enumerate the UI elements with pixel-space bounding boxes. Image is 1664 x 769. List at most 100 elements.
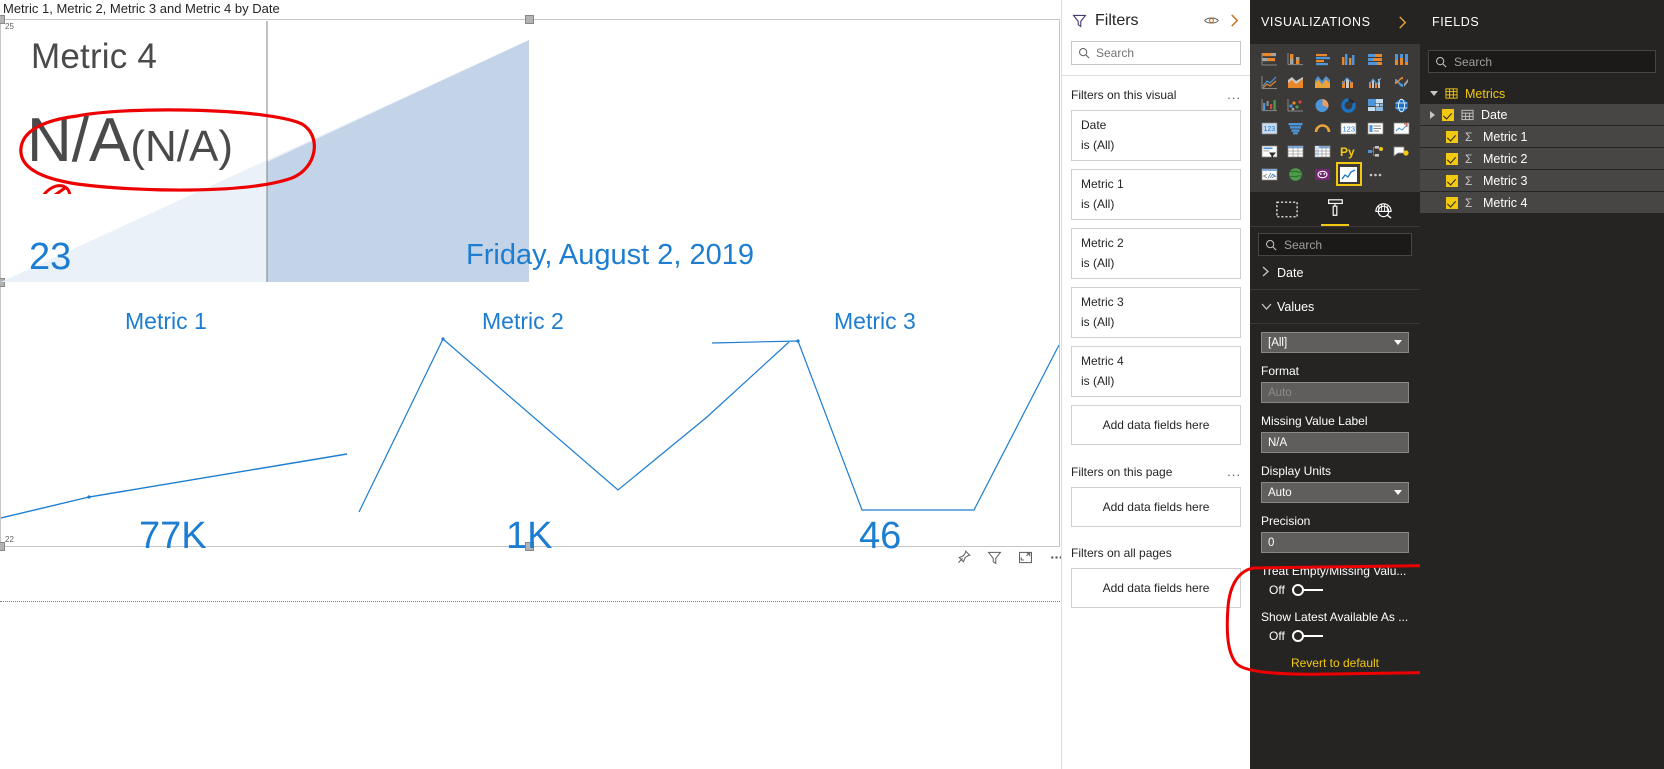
filled-map-icon[interactable]: 123 [1258,118,1280,138]
100-stacked-bar-chart-icon[interactable] [1364,49,1386,69]
add-data-fields-dropzone-page[interactable]: Add data fields here [1071,487,1241,527]
field-checkbox[interactable] [1446,130,1458,143]
waterfall-chart-icon[interactable] [1258,95,1280,115]
show-latest-available-toggle-row[interactable]: Off [1269,629,1409,643]
line-stacked-column-chart-icon[interactable] [1338,72,1360,92]
kpi-icon[interactable] [1391,118,1413,138]
fields-table-metrics[interactable]: Metrics [1420,83,1664,104]
filter-card[interactable]: Date is (All) [1071,110,1241,161]
powerapps-visual-icon[interactable] [1311,164,1333,184]
field-item-metric-3[interactable]: Σ Metric 3 [1420,170,1664,191]
filter-condition: is (All) [1081,256,1115,270]
line-clustered-column-chart-icon[interactable] [1364,72,1386,92]
field-item-metric-4[interactable]: Σ Metric 4 [1420,192,1664,213]
r-script-visual-icon[interactable]: </> [1258,164,1280,184]
eye-icon[interactable] [1203,12,1220,29]
clustered-bar-chart-icon[interactable] [1311,49,1333,69]
kpi-line-visual[interactable]: 25 22 Metric 4 N/A(N/A) 23 Friday, Augus… [0,15,1060,557]
field-item-metric-2[interactable]: Σ Metric 2 [1420,148,1664,169]
filters-on-page-more-icon[interactable]: ... [1227,464,1241,479]
search-icon [1079,48,1090,59]
decomposition-tree-icon[interactable] [1364,141,1386,161]
funnel-chart-icon[interactable] [1285,118,1307,138]
format-section-date[interactable]: Date [1250,256,1420,290]
visual-toolbar [955,549,1065,566]
chevron-down-icon [1394,490,1402,495]
treat-empty-missing-toggle-row[interactable]: Off [1269,583,1409,597]
filter-funnel-icon [1072,14,1087,28]
100-stacked-column-chart-icon[interactable] [1391,49,1413,69]
field-checkbox[interactable] [1442,108,1454,121]
ribbon-chart-icon[interactable] [1391,72,1413,92]
precision-input[interactable]: 0 [1261,532,1409,553]
fields-search-input[interactable]: Search [1428,50,1656,73]
filter-card[interactable]: Metric 4 is (All) [1071,346,1241,397]
stacked-column-chart-icon[interactable] [1285,49,1307,69]
gauge-chart-icon[interactable] [1311,118,1333,138]
expand-triangle-icon[interactable] [1430,110,1435,119]
field-checkbox[interactable] [1446,196,1458,209]
filter-condition: is (All) [1081,138,1115,152]
donut-chart-icon[interactable] [1338,95,1360,115]
filter-card[interactable]: Metric 1 is (All) [1071,169,1241,220]
clustered-column-chart-icon[interactable] [1338,49,1360,69]
custom-kpi-visual-icon[interactable] [1335,162,1362,186]
pin-icon[interactable] [955,549,972,566]
format-section-values[interactable]: Values [1250,290,1420,324]
svg-text:Py: Py [1340,145,1355,159]
show-latest-available-toggle[interactable] [1291,630,1324,642]
slicer-icon[interactable] [1258,141,1280,161]
display-units-select[interactable]: Auto [1261,482,1409,503]
add-data-fields-dropzone-visual[interactable]: Add data fields here [1071,405,1241,445]
field-checkbox[interactable] [1446,174,1458,187]
filter-field-name: Date [1081,118,1107,132]
visualizations-collapse-chevron-icon[interactable] [1396,15,1409,30]
treat-empty-missing-toggle[interactable] [1291,584,1324,596]
fields-table-name: Metrics [1465,86,1506,101]
stacked-area-chart-icon[interactable] [1311,72,1333,92]
arcgis-map-icon[interactable] [1285,164,1307,184]
fields-tab-icon [1276,201,1298,217]
field-checkbox[interactable] [1446,152,1458,165]
format-string-input[interactable]: Auto [1261,382,1409,403]
card-icon[interactable]: 123 [1338,118,1360,138]
kpi-value: N/A [27,106,131,175]
field-item-metric-1[interactable]: Σ Metric 1 [1420,126,1664,147]
filters-search-input[interactable]: Search [1071,41,1241,65]
format-paint-roller-icon [1328,199,1344,216]
power-bi-report-window: Metric 1, Metric 2, Metric 3 and Metric … [0,0,1664,769]
multi-row-card-icon[interactable] [1364,118,1386,138]
add-data-fields-dropzone-all-pages[interactable]: Add data fields here [1071,568,1241,608]
map-icon[interactable] [1391,95,1413,115]
area-chart-icon[interactable] [1285,72,1307,92]
svg-text:123: 123 [1263,126,1275,133]
scatter-chart-icon[interactable] [1285,95,1307,115]
filter-icon[interactable] [986,549,1003,566]
visualizations-tab-strip [1250,192,1420,227]
filters-on-page-header: Filters on this page ... [1071,464,1241,479]
matrix-icon[interactable] [1311,141,1333,161]
visualizations-search-input[interactable]: Search [1258,233,1412,256]
values-field-selector[interactable]: [All] [1261,332,1409,353]
filter-card[interactable]: Metric 2 is (All) [1071,228,1241,279]
filters-on-visual-more-icon[interactable]: ... [1227,87,1241,102]
table-icon[interactable] [1285,141,1307,161]
focus-mode-icon[interactable] [1017,549,1034,566]
filter-card[interactable]: Metric 3 is (All) [1071,287,1241,338]
collapse-chevron-icon[interactable] [1228,13,1241,28]
display-units-value: Auto [1268,486,1292,499]
chevron-right-icon [1261,266,1270,280]
tab-format[interactable] [1321,193,1350,226]
line-chart-icon[interactable] [1258,72,1280,92]
treemap-icon[interactable] [1364,95,1386,115]
more-visuals-icon[interactable] [1364,164,1386,184]
field-item-date[interactable]: Date [1420,104,1664,125]
key-influencers-icon[interactable] [1391,141,1413,161]
stacked-bar-chart-icon[interactable] [1258,49,1280,69]
tab-fields[interactable] [1272,193,1302,226]
revert-to-default-button[interactable]: Revert to default [1261,656,1409,670]
missing-value-label-input[interactable]: N/A [1261,432,1409,453]
pie-chart-icon[interactable] [1311,95,1333,115]
python-visual-icon[interactable]: Py [1338,141,1360,161]
tab-analytics[interactable] [1369,193,1398,226]
